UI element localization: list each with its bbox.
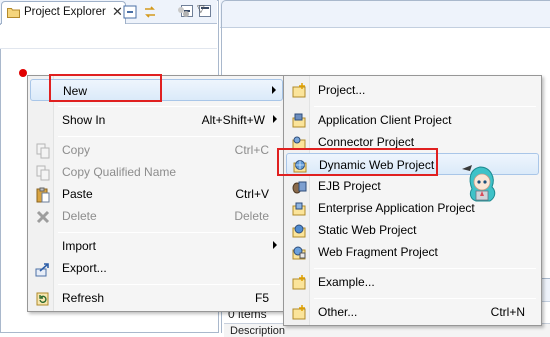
menu-separator xyxy=(58,136,280,137)
menu-item-label: EJB Project xyxy=(318,179,381,193)
menu-separator xyxy=(58,284,280,285)
app-client-project-icon xyxy=(292,113,306,128)
menu-item-label: Paste xyxy=(62,187,93,201)
context-menu: New Show In Alt+Shift+W Copy Ctrl+C Copy… xyxy=(27,75,286,312)
mascot-cursor-icon xyxy=(462,165,496,202)
menu-item-enterprise-application-project[interactable]: Enterprise Application Project xyxy=(286,197,539,219)
copy-icon xyxy=(36,143,50,159)
menu-item-ejb-project[interactable]: EJB Project xyxy=(286,175,539,197)
new-highlight-outline xyxy=(49,74,162,102)
explorer-tab-title: Project Explorer xyxy=(24,6,106,18)
menu-item-label: Other... xyxy=(318,305,358,319)
menu-separator xyxy=(58,106,280,107)
copy-qualified-icon xyxy=(36,165,50,181)
column-header-description[interactable]: Description xyxy=(230,325,285,337)
menu-item-label: Export... xyxy=(62,261,107,275)
menu-item-label: Copy Qualified Name xyxy=(62,165,177,179)
focus-icon[interactable] xyxy=(176,5,190,19)
menu-item-label: Copy xyxy=(62,143,91,157)
refresh-icon xyxy=(36,292,49,306)
ejb-project-icon xyxy=(292,181,307,194)
menu-item-refresh[interactable]: Refresh F5 xyxy=(30,287,283,309)
menu-item-shortcut: Delete xyxy=(234,209,269,223)
tab-project-explorer[interactable]: Project Explorer ✕ xyxy=(1,1,126,24)
view-menu-icon[interactable]: ▽ xyxy=(197,3,205,17)
menu-separator xyxy=(314,268,536,269)
menu-item-label: Delete xyxy=(62,209,97,223)
menu-item-label: Connector Project xyxy=(318,135,415,149)
submenu-arrow-icon xyxy=(273,241,277,249)
menu-separator xyxy=(314,298,536,299)
click-indicator-dot xyxy=(19,69,27,77)
menu-item-label: Import xyxy=(62,239,97,253)
other-wizard-icon xyxy=(292,305,306,320)
new-project-icon xyxy=(292,83,306,98)
menu-item-label: Enterprise Application Project xyxy=(318,201,475,215)
menu-item-project[interactable]: Project... xyxy=(286,79,539,101)
export-icon xyxy=(35,263,49,277)
menu-item-label: Show In xyxy=(62,113,106,127)
delete-icon xyxy=(36,210,50,224)
menu-item-label: Web Fragment Project xyxy=(318,245,438,259)
menu-item-shortcut: Alt+Shift+W xyxy=(201,113,265,127)
menu-item-label: Static Web Project xyxy=(318,223,417,237)
static-web-project-icon xyxy=(292,224,306,238)
submenu-arrow-icon xyxy=(272,86,276,94)
folder-icon xyxy=(7,8,20,18)
menu-item-shortcut: Ctrl+V xyxy=(235,187,269,201)
close-icon[interactable]: ✕ xyxy=(112,4,123,20)
example-icon xyxy=(292,275,306,290)
menu-item-copy-qualified-name[interactable]: Copy Qualified Name xyxy=(30,161,283,183)
dynamic-web-project-highlight-outline xyxy=(277,148,438,176)
menu-item-import[interactable]: Import xyxy=(30,235,283,257)
link-with-editor-icon[interactable] xyxy=(143,5,157,19)
menu-separator xyxy=(58,232,280,233)
menu-item-shortcut: Ctrl+N xyxy=(490,305,525,319)
menu-item-application-client-project[interactable]: Application Client Project xyxy=(286,109,539,131)
menu-separator xyxy=(314,106,536,107)
menu-item-static-web-project[interactable]: Static Web Project xyxy=(286,219,539,241)
menu-item-other[interactable]: Other... Ctrl+N xyxy=(286,301,539,323)
submenu-arrow-icon xyxy=(273,115,277,123)
collapse-all-icon[interactable] xyxy=(123,5,137,19)
menu-item-delete[interactable]: Delete Delete xyxy=(30,205,283,227)
menu-item-show-in[interactable]: Show In Alt+Shift+W xyxy=(30,109,283,131)
explorer-toolbar xyxy=(0,25,217,49)
menu-item-export[interactable]: Export... xyxy=(30,257,283,279)
menu-item-paste[interactable]: Paste Ctrl+V xyxy=(30,183,283,205)
menu-item-example[interactable]: Example... xyxy=(286,271,539,293)
enterprise-app-project-icon xyxy=(292,202,306,216)
menu-item-web-fragment-project[interactable]: Web Fragment Project xyxy=(286,241,539,263)
menu-item-label: Example... xyxy=(318,275,375,289)
paste-icon xyxy=(36,187,50,203)
menu-item-copy[interactable]: Copy Ctrl+C xyxy=(30,139,283,161)
web-fragment-project-icon xyxy=(292,246,306,260)
new-submenu: Project... Application Client Project Co… xyxy=(283,75,542,326)
menu-item-label: Project... xyxy=(318,83,366,97)
menu-item-label: Refresh xyxy=(62,291,105,305)
menu-item-shortcut: F5 xyxy=(254,291,269,305)
menu-item-shortcut: Ctrl+C xyxy=(234,143,269,157)
menu-item-label: Application Client Project xyxy=(318,113,452,127)
